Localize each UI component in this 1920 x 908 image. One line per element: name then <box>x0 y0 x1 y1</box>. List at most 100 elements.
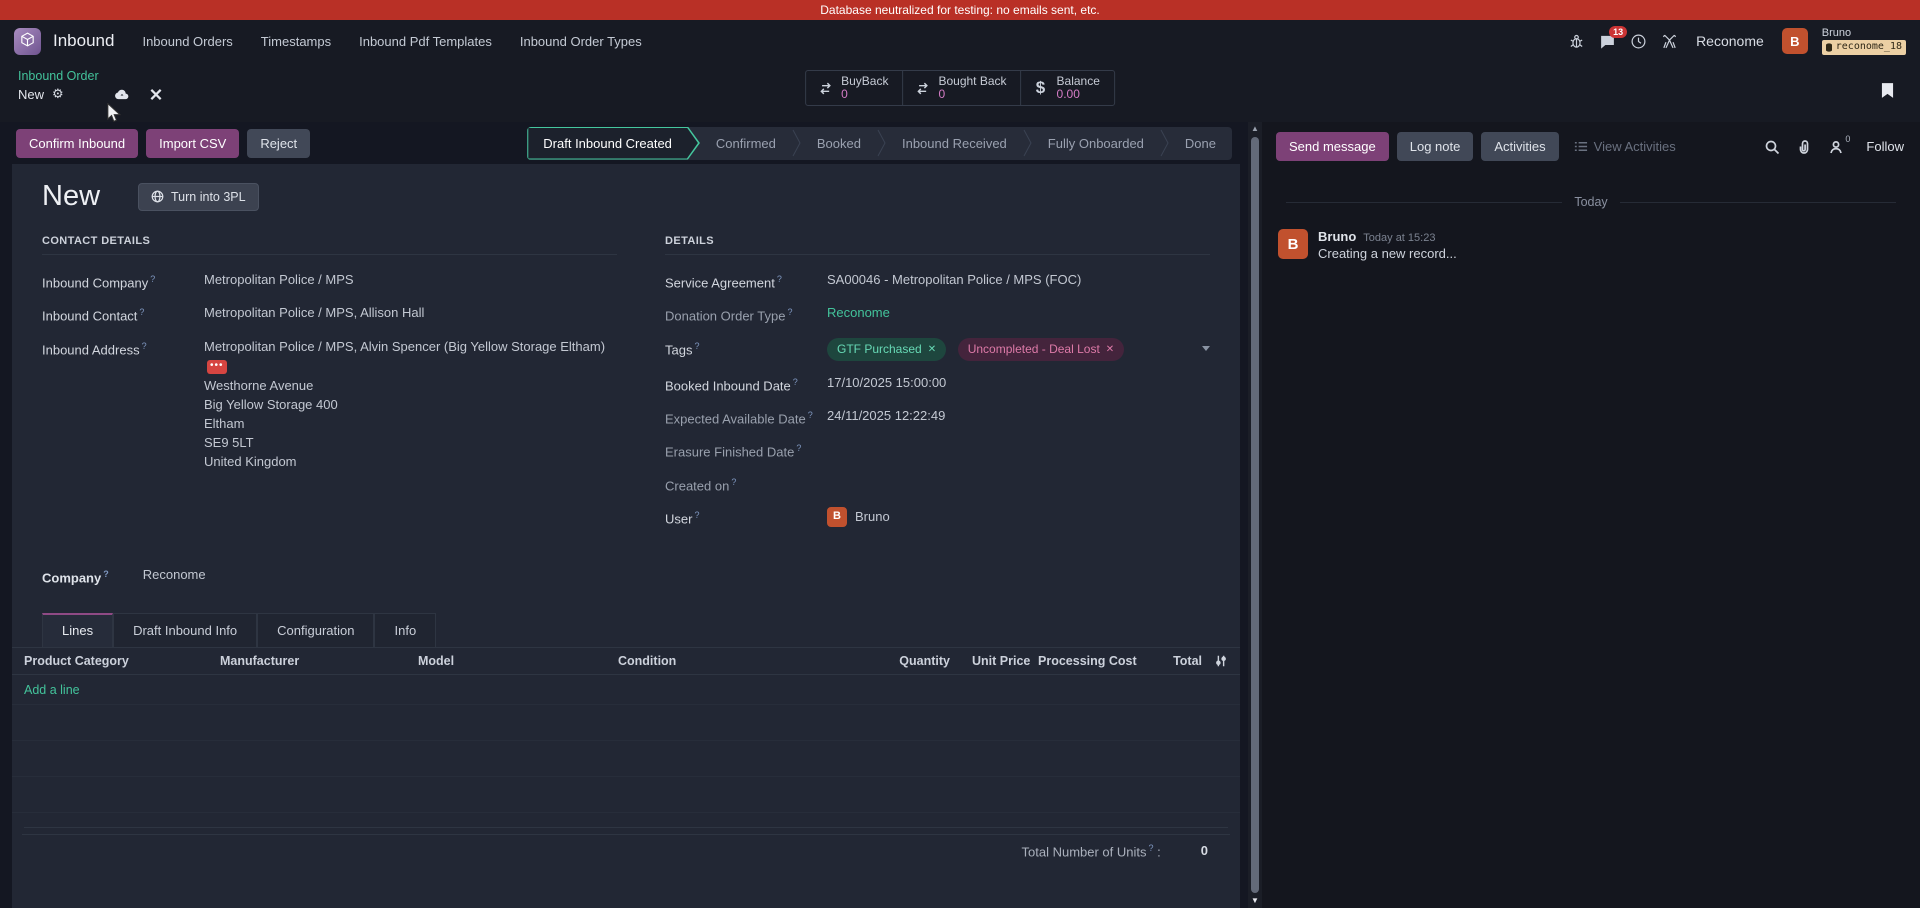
chatter-toolbar: Send message Log note Activities View Ac… <box>1262 122 1920 173</box>
company-switcher[interactable]: Reconome <box>1696 33 1764 49</box>
discard-icon[interactable] <box>148 87 164 102</box>
col-processing-cost[interactable]: Processing Cost <box>1038 654 1168 668</box>
view-activities-button[interactable]: View Activities <box>1573 139 1676 154</box>
col-manufacturer[interactable]: Manufacturer <box>220 654 418 668</box>
search-messages-icon[interactable] <box>1764 139 1780 155</box>
inbound-contact-label: Inbound Contact? <box>42 307 145 324</box>
inbound-company-value[interactable]: Metropolitan Police / MPS <box>204 271 617 288</box>
tag-pill[interactable]: Uncompleted - Deal Lost ✕ <box>957 337 1125 361</box>
record-gear-icon[interactable]: ⚙ <box>52 86 64 102</box>
col-quantity[interactable]: Quantity <box>804 654 950 668</box>
debug-bug-icon[interactable] <box>1568 33 1585 50</box>
confirm-inbound-button[interactable]: Confirm Inbound <box>16 128 139 158</box>
scroll-down-icon[interactable]: ▼ <box>1251 896 1259 906</box>
status-step-confirmed[interactable]: Confirmed <box>700 127 792 160</box>
bought-back-stat-button[interactable]: Bought Back 0 <box>903 71 1022 105</box>
tools-icon[interactable] <box>1661 33 1678 50</box>
attachment-paperclip-icon[interactable] <box>1796 139 1812 155</box>
section-title: CONTACT DETAILS <box>42 235 617 255</box>
user-name: Bruno <box>1821 27 1852 39</box>
status-step-done[interactable]: Done <box>1169 127 1232 160</box>
reject-button[interactable]: Reject <box>247 128 311 158</box>
details-section: DETAILS Service Agreement? SA00046 - Met… <box>665 235 1210 540</box>
tab-configuration[interactable]: Configuration <box>257 612 375 647</box>
log-note-button[interactable]: Log note <box>1396 132 1474 161</box>
user-avatar[interactable]: B <box>1781 28 1808 54</box>
address-line: SE9 5LT <box>204 434 254 450</box>
inbound-address-label: Inbound Address? <box>42 340 147 357</box>
chevron-separator-icon <box>1160 127 1169 160</box>
menu-timestamps[interactable]: Timestamps <box>251 28 341 55</box>
tag-remove-icon[interactable]: ✕ <box>1106 341 1114 358</box>
menu-inbound-orders[interactable]: Inbound Orders <box>132 28 242 55</box>
buyback-stat-button[interactable]: BuyBack 0 <box>806 71 904 105</box>
navbar-right: 13 Reconome B Bruno reconome_18 <box>1568 25 1906 55</box>
stat-buttons: BuyBack 0 Bought Back 0 $ Balance 0.00 <box>805 70 1115 106</box>
tab-draft-inbound-info[interactable]: Draft Inbound Info <box>113 612 258 647</box>
vertical-scrollbar[interactable]: ▲ ▼ <box>1248 122 1262 908</box>
tag-pill[interactable]: GTF Purchased ✕ <box>827 337 947 361</box>
stat-value: 0 <box>938 87 946 101</box>
followers-icon[interactable]: 0 <box>1828 134 1850 155</box>
booked-inbound-date-value[interactable]: 17/10/2025 15:00:00 <box>827 374 1210 391</box>
activities-button[interactable]: Activities <box>1481 132 1559 161</box>
help-marker: ? <box>807 409 813 420</box>
bookmark-icon[interactable] <box>1881 82 1894 99</box>
expected-available-date-value[interactable]: 24/11/2025 12:22:49 <box>827 407 1210 424</box>
import-csv-button[interactable]: Import CSV <box>146 128 240 158</box>
col-model[interactable]: Model <box>418 654 618 668</box>
send-message-button[interactable]: Send message <box>1276 132 1389 161</box>
dropdown-caret-icon[interactable] <box>1202 345 1210 351</box>
turn-into-3pl-button[interactable]: Turn into 3PL <box>138 182 259 211</box>
table-header: Product Category Manufacturer Model Cond… <box>12 648 1240 675</box>
menu-inbound-order-types[interactable]: Inbound Order Types <box>510 28 652 55</box>
lines-table: Product Category Manufacturer Model Cond… <box>12 648 1240 908</box>
inbound-contact-value[interactable]: Metropolitan Police / MPS, Allison Hall <box>204 304 617 321</box>
menu-inbound-pdf-templates[interactable]: Inbound Pdf Templates <box>349 28 502 55</box>
breadcrumb-parent-link[interactable]: Inbound Order <box>18 69 164 83</box>
col-product-category[interactable]: Product Category <box>24 654 220 668</box>
help-marker: ? <box>141 340 147 351</box>
tags-field[interactable]: GTF Purchased ✕ Uncompleted - Deal Lost ✕ <box>827 337 1210 361</box>
status-step-active[interactable]: Draft Inbound Created <box>527 127 700 160</box>
col-unit-price[interactable]: Unit Price <box>950 654 1038 668</box>
tab-info[interactable]: Info <box>374 612 437 647</box>
message-author[interactable]: Bruno <box>1318 229 1356 244</box>
tab-lines[interactable]: Lines <box>42 612 114 647</box>
help-marker: ? <box>776 274 782 284</box>
help-marker: ? <box>796 443 802 454</box>
activities-clock-icon[interactable] <box>1630 33 1647 50</box>
day-divider: Today <box>1262 173 1920 223</box>
app-logo[interactable] <box>14 27 41 55</box>
table-row <box>12 777 1240 813</box>
user-menu[interactable]: Bruno reconome_18 <box>1821 27 1906 55</box>
add-a-line-link[interactable]: Add a line <box>24 683 80 697</box>
column-settings-icon[interactable] <box>1202 654 1228 668</box>
service-agreement-value[interactable]: SA00046 - Metropolitan Police / MPS (FOC… <box>827 271 1210 288</box>
message-avatar[interactable]: B <box>1278 229 1308 259</box>
inbound-address-value[interactable]: Metropolitan Police / MPS, Alvin Spencer… <box>204 338 617 471</box>
cube-icon <box>19 31 36 51</box>
scroll-up-icon[interactable]: ▲ <box>1251 124 1259 134</box>
donation-order-type-value[interactable]: Reconome <box>827 304 1210 321</box>
company-value[interactable]: Reconome <box>143 566 206 586</box>
app-screen: Database neutralized for testing: no ema… <box>0 0 1920 908</box>
col-total[interactable]: Total <box>1168 654 1202 668</box>
follow-button[interactable]: Follow <box>1866 139 1904 154</box>
address-more-icon[interactable]: ••• <box>207 359 227 374</box>
stat-value: 0 <box>841 87 848 101</box>
app-name[interactable]: Inbound <box>53 31 114 51</box>
user-field[interactable]: B Bruno <box>827 506 1210 527</box>
stat-label: Bought Back <box>938 74 1007 88</box>
save-cloud-icon[interactable] <box>114 87 130 102</box>
created-on-label: Created on? <box>665 476 737 493</box>
balance-stat-button[interactable]: $ Balance 0.00 <box>1022 71 1114 105</box>
status-step-fully-onboarded[interactable]: Fully Onboarded <box>1032 127 1160 160</box>
status-step-booked[interactable]: Booked <box>801 127 877 160</box>
col-condition[interactable]: Condition <box>618 654 804 668</box>
tag-remove-icon[interactable]: ✕ <box>928 341 936 358</box>
messages-icon[interactable]: 13 <box>1599 25 1628 50</box>
scrollbar-thumb[interactable] <box>1251 137 1259 893</box>
status-step-inbound-received[interactable]: Inbound Received <box>886 127 1023 160</box>
user-label: User? <box>665 509 700 527</box>
